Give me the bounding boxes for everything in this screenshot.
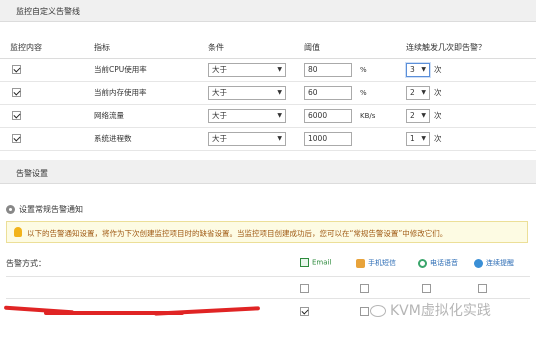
threshold-input[interactable]: 6000 <box>304 108 352 123</box>
condition-select[interactable]: 大于 ▼ <box>208 131 286 146</box>
phone-icon <box>418 258 427 268</box>
row-enable-checkbox[interactable] <box>12 111 21 121</box>
lightbulb-icon <box>14 227 22 237</box>
grid-checkbox[interactable] <box>360 284 369 293</box>
times-label: 次 <box>434 87 442 97</box>
row-metric: 当前CPU使用率 <box>82 58 208 82</box>
times-label: 次 <box>434 133 442 143</box>
trigger-count-select[interactable]: 2 ▼ <box>406 85 430 100</box>
chevron-down-icon: ▼ <box>421 134 426 142</box>
remind-icon <box>474 258 483 268</box>
alarm-method-label: 告警方式： <box>6 259 46 268</box>
condition-select[interactable]: 大于 ▼ <box>208 108 286 123</box>
header-trigger: 连续触发几次即告警？ <box>406 38 536 59</box>
method-email[interactable]: Email <box>300 258 331 267</box>
table-row: 当前CPU使用率 大于 ▼ 80% 3 ▼ 次 <box>0 58 536 82</box>
method-phone[interactable]: 电话语音 <box>418 258 458 268</box>
default-settings-notice: 以下的告警通知设置，将作为下次创建监控项目时的缺省设置。当监控项目创建成功后，您… <box>6 221 528 243</box>
table-row: 当前内存使用率 大于 ▼ 60% 2 ▼ 次 <box>0 81 536 105</box>
common-notification-toggle[interactable]: 设置常规告警通知 <box>6 204 83 215</box>
chevron-down-icon: ▼ <box>277 134 282 142</box>
redaction-mark <box>3 305 264 318</box>
threshold-input[interactable]: 60 <box>304 85 352 100</box>
email-icon <box>300 258 309 267</box>
gear-icon <box>6 205 15 214</box>
row-metric: 当前内存使用率 <box>82 81 208 105</box>
chevron-down-icon: ▼ <box>421 111 426 119</box>
table-row: 系统进程数 大于 ▼ 1000 1 ▼ 次 <box>0 127 536 151</box>
table-header-row: 监控内容 指标 条件 阈值 连续触发几次即告警？ <box>0 38 536 59</box>
alarm-section-header: 告警设置 <box>0 160 536 184</box>
threshold-unit: % <box>360 65 367 74</box>
row-metric: 网络流量 <box>82 104 208 128</box>
threshold-input[interactable]: 80 <box>304 62 352 77</box>
mobile-sms-icon <box>356 258 365 268</box>
trigger-count-select[interactable]: 3 ▼ <box>406 62 430 77</box>
condition-select[interactable]: 大于 ▼ <box>208 85 286 100</box>
row-enable-checkbox[interactable] <box>12 134 21 144</box>
chevron-down-icon: ▼ <box>277 65 282 73</box>
times-label: 次 <box>434 64 442 74</box>
chevron-down-icon: ▼ <box>277 111 282 119</box>
condition-select[interactable]: 大于 ▼ <box>208 62 286 77</box>
row-enable-checkbox[interactable] <box>12 88 21 98</box>
chevron-down-icon: ▼ <box>421 88 426 96</box>
method-remind[interactable]: 连续提醒 <box>474 258 514 268</box>
header-threshold: 阈值 <box>304 38 406 59</box>
monitor-section-title: 监控自定义告警线 <box>16 7 80 16</box>
threshold-unit: % <box>360 88 367 97</box>
threshold-input[interactable]: 1000 <box>304 131 352 146</box>
times-label: 次 <box>434 110 442 120</box>
divider <box>6 276 530 277</box>
grid-checkbox[interactable] <box>360 307 369 316</box>
header-condition: 条件 <box>208 38 304 59</box>
monitor-section-header: 监控自定义告警线 <box>0 0 536 22</box>
trigger-count-select[interactable]: 2 ▼ <box>406 108 430 123</box>
notice-text: 以下的告警通知设置，将作为下次创建监控项目时的缺省设置。当监控项目创建成功后，您… <box>27 229 448 238</box>
monitor-rules-table: 监控内容 指标 条件 阈值 连续触发几次即告警？ 当前CPU使用率 大于 ▼ 80… <box>0 38 536 151</box>
row-enable-checkbox[interactable] <box>12 65 21 75</box>
alarm-section-title: 告警设置 <box>16 169 48 178</box>
header-content: 监控内容 <box>0 38 82 59</box>
grid-checkbox[interactable] <box>300 284 309 293</box>
header-metric: 指标 <box>82 38 208 59</box>
chevron-down-icon: ▼ <box>421 65 426 73</box>
wechat-icon <box>370 305 386 317</box>
trigger-count-select[interactable]: 1 ▼ <box>406 131 430 146</box>
method-sms[interactable]: 手机短信 <box>356 258 396 268</box>
chevron-down-icon: ▼ <box>277 88 282 96</box>
threshold-unit: KB/s <box>360 111 376 120</box>
common-notification-label: 设置常规告警通知 <box>19 205 83 214</box>
grid-checkbox[interactable] <box>422 284 431 293</box>
grid-checkbox[interactable] <box>300 307 309 316</box>
divider <box>6 298 530 299</box>
table-row: 网络流量 大于 ▼ 6000 KB/s 2 ▼ 次 <box>0 104 536 128</box>
row-metric: 系统进程数 <box>82 127 208 151</box>
watermark: KVM虚拟化实践 <box>370 300 491 320</box>
grid-checkbox[interactable] <box>478 284 487 293</box>
